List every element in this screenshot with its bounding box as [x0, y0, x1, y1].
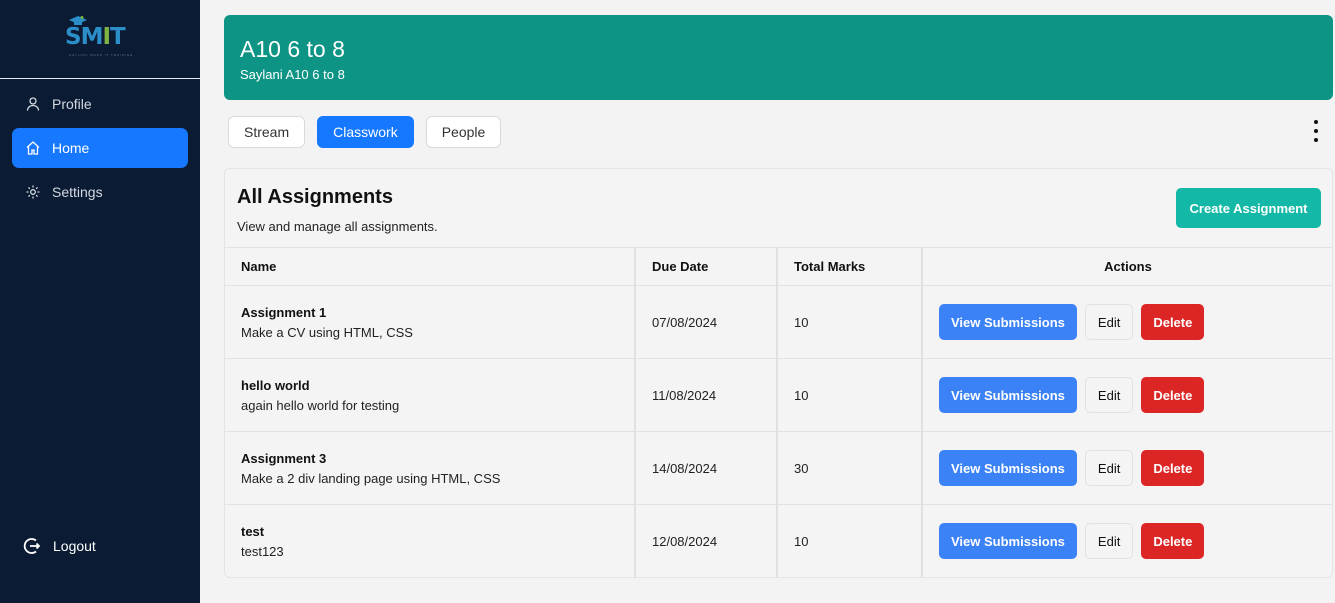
assignment-description: test123 [241, 543, 284, 559]
edit-button[interactable]: Edit [1084, 450, 1134, 486]
view-submissions-button[interactable]: View Submissions [939, 450, 1077, 486]
assignment-name-cell: Assignment 1 Make a CV using HTML, CSS [225, 285, 636, 359]
actions-cell: View Submissions Edit Delete [922, 431, 1332, 505]
assignment-name-cell: test test123 [225, 504, 636, 577]
class-title: A10 6 to 8 [240, 36, 345, 62]
total-marks-cell: 10 [777, 358, 923, 432]
logo-text: SMIT [65, 24, 126, 50]
assignments-table: Name Due Date Total Marks Actions Assign… [225, 247, 1332, 577]
assignments-subtitle: View and manage all assignments. [237, 219, 438, 234]
column-header-total-marks: Total Marks [777, 247, 923, 286]
edit-button[interactable]: Edit [1084, 304, 1134, 340]
assignment-description: Make a 2 div landing page using HTML, CS… [241, 470, 501, 486]
table-header-row: Name Due Date Total Marks Actions [225, 247, 1332, 286]
assignment-description: again hello world for testing [241, 397, 400, 413]
logo-tagline: SAYLANI MASS IT TRAINING [69, 53, 134, 57]
sidebar-item-profile[interactable]: Profile [12, 84, 188, 124]
assignment-name-cell: Assignment 3 Make a 2 div landing page u… [225, 431, 636, 505]
sidebar-item-label: Settings [52, 184, 103, 200]
view-submissions-button[interactable]: View Submissions [939, 304, 1077, 340]
edit-button[interactable]: Edit [1084, 523, 1134, 560]
user-icon [25, 96, 41, 112]
edit-button[interactable]: Edit [1084, 377, 1134, 413]
delete-button[interactable]: Delete [1141, 523, 1205, 560]
table-row: hello world again hello world for testin… [225, 358, 1332, 432]
column-header-name: Name [225, 247, 636, 286]
assignment-title: Assignment 3 [241, 450, 327, 466]
delete-button[interactable]: Delete [1141, 377, 1205, 413]
assignment-name-cell: hello world again hello world for testin… [225, 358, 636, 432]
total-marks-cell: 10 [777, 285, 923, 359]
sidebar-item-home[interactable]: Home [12, 128, 188, 168]
class-tabs: Stream Classwork People [228, 116, 502, 148]
delete-button[interactable]: Delete [1141, 304, 1205, 340]
due-date-cell: 07/08/2024 [635, 285, 778, 359]
actions-cell: View Submissions Edit Delete [922, 285, 1332, 359]
gear-icon [25, 184, 41, 200]
sidebar-item-settings[interactable]: Settings [12, 172, 188, 212]
smit-logo[interactable]: SMIT SAYLANI MASS IT TRAINING [65, 16, 135, 60]
more-options-icon[interactable] [1308, 120, 1324, 142]
total-marks-cell: 10 [777, 504, 923, 577]
actions-cell: View Submissions Edit Delete [922, 504, 1332, 577]
tab-people[interactable]: People [425, 116, 502, 148]
due-date-cell: 14/08/2024 [635, 431, 778, 505]
tab-stream[interactable]: Stream [228, 116, 306, 148]
delete-button[interactable]: Delete [1141, 450, 1205, 486]
actions-cell: View Submissions Edit Delete [922, 358, 1332, 432]
class-subtitle: Saylani A10 6 to 8 [240, 67, 345, 82]
due-date-cell: 11/08/2024 [635, 358, 778, 432]
assignment-description: Make a CV using HTML, CSS [241, 324, 413, 340]
tab-classwork[interactable]: Classwork [317, 116, 414, 148]
assignment-title: Assignment 1 [241, 304, 327, 320]
home-icon [25, 140, 41, 156]
create-assignment-button[interactable]: Create Assignment [1176, 188, 1321, 228]
view-submissions-button[interactable]: View Submissions [939, 523, 1077, 560]
column-header-actions: Actions [922, 247, 1332, 286]
assignment-title: test [241, 523, 265, 539]
sidebar: SMIT SAYLANI MASS IT TRAINING Profile Ho… [0, 0, 200, 603]
assignment-title: hello world [241, 377, 310, 393]
logo-area: SMIT SAYLANI MASS IT TRAINING [0, 0, 200, 79]
logout-button[interactable]: Logout [22, 536, 96, 556]
sidebar-nav: Profile Home Settings [0, 84, 200, 212]
view-submissions-button[interactable]: View Submissions [939, 377, 1077, 413]
table-row: Assignment 1 Make a CV using HTML, CSS 0… [225, 285, 1332, 359]
table-row: Assignment 3 Make a 2 div landing page u… [225, 431, 1332, 505]
sidebar-item-label: Home [52, 140, 90, 156]
assignments-title: All Assignments [237, 186, 393, 208]
logout-icon [22, 536, 42, 556]
logout-label: Logout [53, 538, 96, 554]
column-header-due-date: Due Date [635, 247, 778, 286]
due-date-cell: 12/08/2024 [635, 504, 778, 577]
class-banner: A10 6 to 8 Saylani A10 6 to 8 [224, 15, 1333, 100]
total-marks-cell: 30 [777, 431, 923, 505]
table-row: test test123 12/08/2024 10 View Submissi… [225, 504, 1332, 577]
sidebar-item-label: Profile [52, 96, 92, 112]
assignments-card: All Assignments View and manage all assi… [224, 168, 1333, 578]
